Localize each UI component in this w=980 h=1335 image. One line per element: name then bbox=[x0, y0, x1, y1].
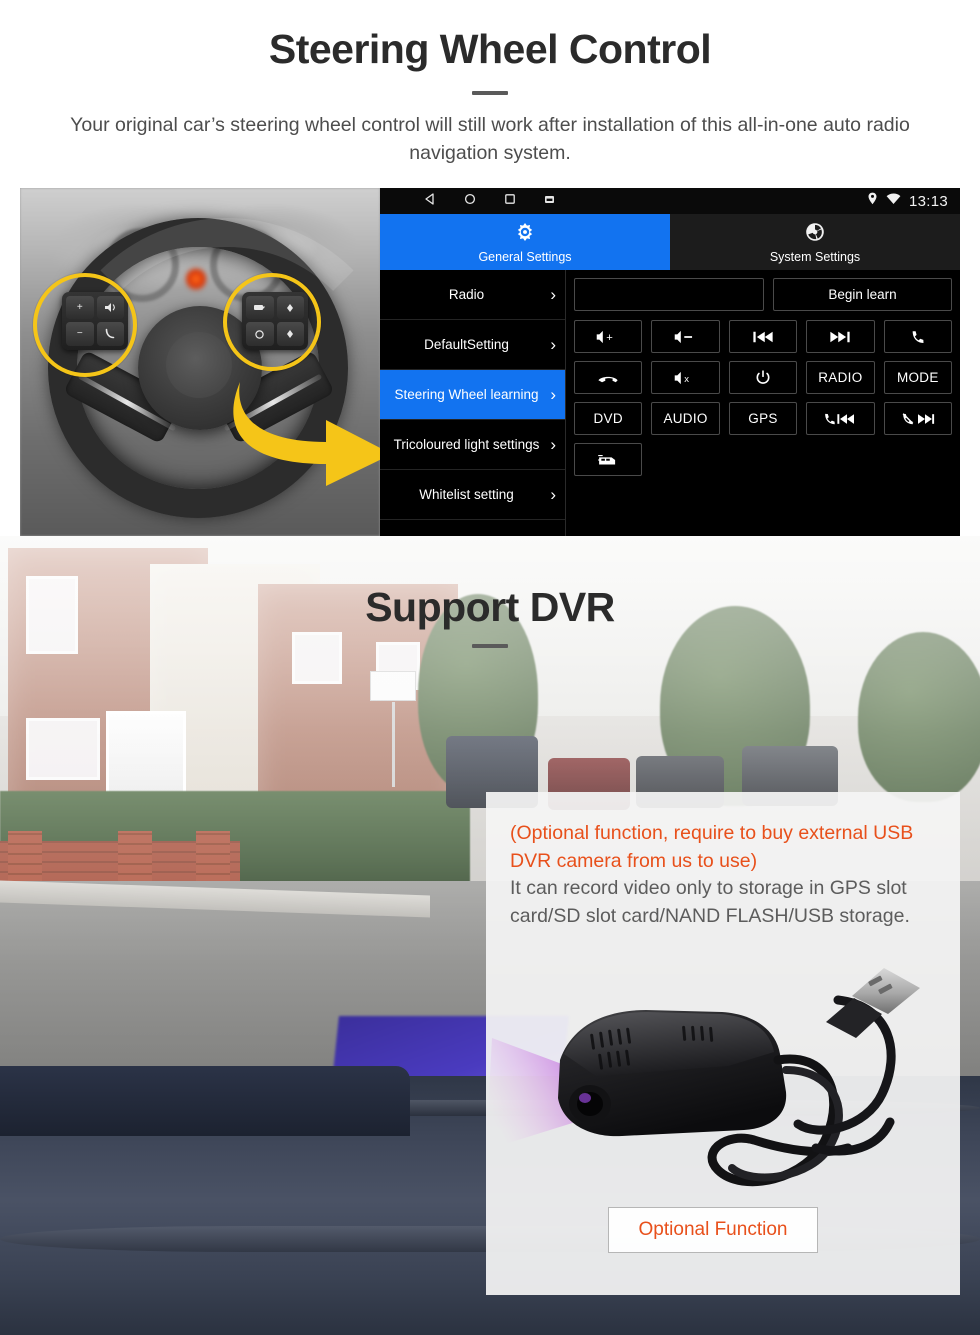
tab-general-settings[interactable]: General Settings bbox=[380, 214, 670, 270]
volume-up-button[interactable]: + bbox=[574, 320, 643, 353]
yellow-arrow-icon bbox=[226, 378, 380, 488]
android-head-unit: 13:13 General Settings System Settings R… bbox=[380, 188, 960, 536]
tab-system-settings-label: System Settings bbox=[769, 249, 861, 264]
chevron-right-icon: › bbox=[550, 335, 556, 354]
tab-general-settings-label: General Settings bbox=[478, 249, 572, 264]
steering-wheel-photo: + − bbox=[20, 188, 380, 536]
radio-button[interactable]: RADIO bbox=[806, 361, 875, 394]
title-divider bbox=[472, 91, 508, 96]
phone-reject-next-button[interactable] bbox=[883, 402, 952, 435]
status-time: 13:13 bbox=[908, 192, 948, 210]
mode-button[interactable]: MODE bbox=[883, 361, 952, 394]
highlight-circle-left bbox=[33, 273, 137, 377]
menu-item-label: Steering Wheel learning bbox=[394, 386, 539, 402]
dvr-title-divider bbox=[472, 644, 508, 648]
chevron-right-icon: › bbox=[550, 385, 556, 404]
volume-mute-button[interactable]: x bbox=[651, 361, 720, 394]
next-track-button[interactable] bbox=[806, 320, 875, 353]
settings-menu-list: Radio › DefaultSetting › Steering Wheel … bbox=[380, 270, 566, 536]
menu-item-label: Radio bbox=[448, 286, 485, 302]
usb-dvr-camera-image bbox=[486, 942, 960, 1242]
dvd-button[interactable]: DVD bbox=[574, 402, 643, 435]
audio-button[interactable]: AUDIO bbox=[651, 402, 720, 435]
svg-text:+: + bbox=[606, 331, 613, 343]
menu-item-default-setting[interactable]: DefaultSetting › bbox=[380, 320, 565, 370]
home-circle-icon[interactable] bbox=[464, 192, 476, 210]
phone-hangup-button[interactable] bbox=[574, 361, 643, 394]
dvr-title: Support DVR bbox=[365, 584, 615, 630]
phone-answer-button[interactable] bbox=[883, 320, 952, 353]
settings-tabs: General Settings System Settings bbox=[380, 214, 960, 270]
steering-wheel-media-strip: + − 13:13 General Settings System Settin… bbox=[20, 188, 960, 536]
highlight-circle-right bbox=[223, 273, 321, 371]
dashboard-left-panel bbox=[0, 1066, 410, 1136]
steering-wheel-learning-panel: Begin learn + x RADIO MODE DVD AUDIO GPS bbox=[566, 270, 960, 536]
android-status-bar: 13:13 bbox=[380, 188, 960, 214]
page-title: Steering Wheel Control bbox=[268, 26, 712, 72]
wifi-icon bbox=[886, 192, 901, 210]
tab-system-settings[interactable]: System Settings bbox=[670, 214, 960, 270]
location-pin-icon bbox=[867, 192, 878, 210]
dvr-storage-note: It can record video only to storage in G… bbox=[510, 877, 910, 928]
screenshot-square-icon[interactable] bbox=[544, 192, 555, 210]
svg-text:x: x bbox=[684, 373, 689, 384]
status-icons: 13:13 bbox=[867, 192, 948, 210]
gear-icon bbox=[514, 221, 536, 248]
android-settings-icon bbox=[804, 221, 826, 248]
chevron-right-icon: › bbox=[550, 285, 556, 304]
page-subtitle: Your original car’s steering wheel contr… bbox=[70, 114, 910, 164]
car-icon-button[interactable] bbox=[574, 443, 643, 476]
menu-item-label: DefaultSetting bbox=[424, 336, 509, 352]
chevron-right-icon: › bbox=[550, 485, 556, 504]
function-button-grid: + x RADIO MODE DVD AUDIO GPS bbox=[574, 320, 952, 476]
optional-function-button[interactable]: Optional Function bbox=[608, 1207, 818, 1253]
navigation-bar bbox=[424, 192, 555, 210]
menu-item-radio[interactable]: Radio › bbox=[380, 270, 565, 320]
begin-learn-button[interactable]: Begin learn bbox=[773, 278, 952, 311]
marketing-page: Steering Wheel Control Your original car… bbox=[0, 0, 980, 1335]
menu-item-tricoloured-light-settings[interactable]: Tricoloured light settings › bbox=[380, 420, 565, 470]
steering-wheel-header: Steering Wheel Control Your original car… bbox=[0, 0, 980, 188]
power-button[interactable] bbox=[728, 361, 798, 394]
gps-button[interactable]: GPS bbox=[728, 402, 798, 435]
previous-track-button[interactable] bbox=[728, 320, 798, 353]
key-code-input[interactable] bbox=[574, 278, 764, 311]
recents-square-icon[interactable] bbox=[504, 192, 516, 210]
menu-item-steering-wheel-learning[interactable]: Steering Wheel learning › bbox=[380, 370, 565, 420]
menu-item-whitelist-setting[interactable]: Whitelist setting › bbox=[380, 470, 565, 520]
airbag-cover bbox=[166, 332, 232, 398]
dvr-info-card: (Optional function, require to buy exter… bbox=[486, 792, 960, 1295]
settings-body: Radio › DefaultSetting › Steering Wheel … bbox=[380, 270, 960, 536]
dvr-optional-note: (Optional function, require to buy exter… bbox=[510, 822, 914, 872]
back-triangle-icon[interactable] bbox=[424, 192, 436, 210]
volume-down-button[interactable] bbox=[651, 320, 720, 353]
support-dvr-section: Support DVR (Optional function, require … bbox=[0, 536, 980, 1335]
learning-top-row: Begin learn bbox=[574, 278, 952, 311]
menu-item-label: Tricoloured light settings bbox=[393, 436, 540, 452]
phone-previous-button[interactable] bbox=[806, 402, 875, 435]
chevron-right-icon: › bbox=[550, 435, 556, 454]
menu-item-label: Whitelist setting bbox=[419, 486, 514, 502]
